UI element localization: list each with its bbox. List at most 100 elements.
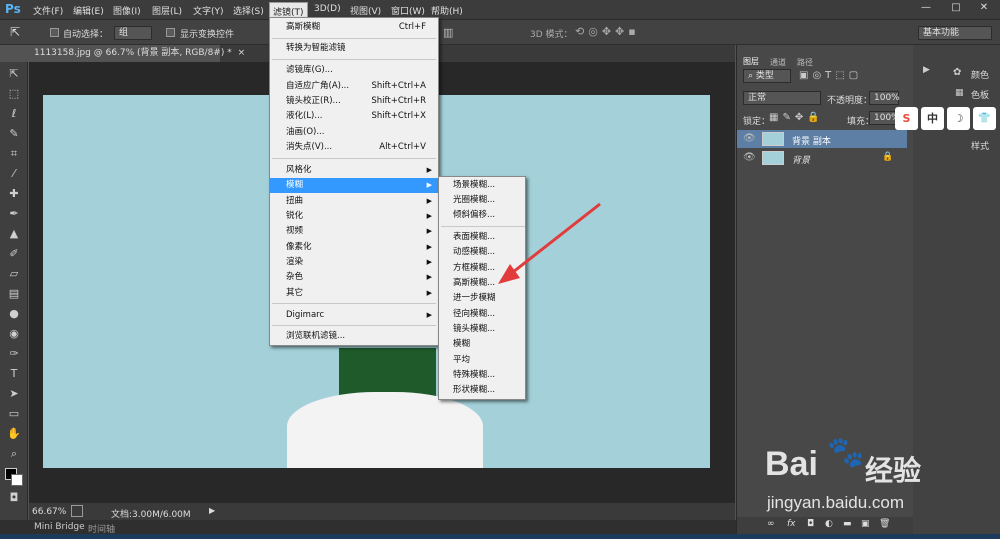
background-color-swatch[interactable] (11, 474, 23, 486)
move-tool-icon[interactable]: ⇱ (5, 66, 23, 82)
menu-item-adaptive-wide-angle[interactable]: 自适应广角(A)... Shift+Ctrl+A (270, 79, 438, 94)
menu-layer[interactable]: 图层(L) (152, 4, 182, 17)
layer-kind-filter[interactable]: ⌕ 类型 (743, 69, 791, 83)
layer-row-background-copy[interactable]: 👁 背景 副本 (737, 130, 907, 148)
hand-tool-icon[interactable]: ✋ (5, 426, 23, 442)
menu-item-browse-online[interactable]: 浏览联机滤镜... (270, 329, 438, 344)
submenu-item-blur[interactable]: 模糊 (439, 337, 525, 352)
menu-item-other[interactable]: 其它 ▶ (270, 286, 438, 301)
history-brush-tool-icon[interactable]: ✐ (5, 246, 23, 262)
sogou-icon[interactable]: S (895, 107, 918, 130)
palette-icon[interactable]: ✿ (953, 67, 961, 78)
menu-item-digimarc[interactable]: Digimarc ▶ (270, 308, 438, 323)
minimize-button[interactable]: — (912, 2, 940, 16)
menu-item-filter-gallery[interactable]: 滤镜库(G)... (270, 63, 438, 78)
item-label: 自适应广角(A)... (286, 81, 350, 91)
menu-item-blur[interactable]: 模糊 ▶ (270, 178, 438, 193)
quick-mask-icon[interactable]: ◘ (5, 490, 23, 506)
menu-item-render[interactable]: 渲染 ▶ (270, 255, 438, 270)
move-tool-icon[interactable]: ⇱ (10, 25, 20, 39)
color-panel-label[interactable]: 颜色 (971, 68, 989, 81)
workspace-dropdown[interactable]: 基本功能 (918, 26, 992, 40)
moon-icon[interactable]: ☽ (947, 107, 970, 130)
healing-tool-icon[interactable]: ✚ (5, 186, 23, 202)
menu-item-video[interactable]: 视频 ▶ (270, 224, 438, 239)
tab-layers[interactable]: 图层 (743, 56, 759, 67)
menu-file[interactable]: 文件(F) (33, 4, 63, 17)
layer-filter-icons[interactable]: ▣◎T⬚▢ (799, 70, 862, 81)
submenu-item-shape-blur[interactable]: 形状模糊... (439, 383, 525, 398)
type-tool-icon[interactable]: T (5, 366, 23, 382)
status-arrow-icon[interactable]: ▶ (209, 506, 215, 515)
menu-edit[interactable]: 编辑(E) (73, 4, 104, 17)
blend-mode-dropdown[interactable]: 正常 (743, 91, 821, 105)
menu-item-vanishing-point[interactable]: 消失点(V)... Alt+Ctrl+V (270, 140, 438, 155)
opacity-input[interactable]: 100% (869, 91, 900, 105)
submenu-item-average[interactable]: 平均 (439, 353, 525, 368)
lock-icons[interactable]: ▦✎✥🔒 (769, 112, 824, 123)
close-tab-icon[interactable]: × (238, 48, 246, 58)
menu-window[interactable]: 窗口(W) (391, 4, 425, 17)
close-button[interactable]: ✕ (970, 2, 998, 16)
pen-tool-icon[interactable]: ✑ (5, 346, 23, 362)
submenu-arrow-icon: ▶ (426, 243, 432, 251)
marquee-tool-icon[interactable]: ⬚ (5, 86, 23, 102)
menu-item-noise[interactable]: 杂色 ▶ (270, 270, 438, 285)
zoom-tool-icon[interactable]: ⌕ (5, 446, 23, 462)
submenu-item-smart-blur[interactable]: 特殊模糊... (439, 368, 525, 383)
eraser-tool-icon[interactable]: ▱ (5, 266, 23, 282)
eyedropper-tool-icon[interactable]: ⁄ (5, 166, 23, 182)
skin-icon[interactable]: 👕 (973, 107, 996, 130)
menu-select[interactable]: 选择(S) (233, 4, 264, 17)
gradient-tool-icon[interactable]: ▤ (5, 286, 23, 302)
annotation-arrow (498, 202, 601, 284)
styles-panel-label[interactable]: 样式 (971, 139, 989, 152)
menu-view[interactable]: 视图(V) (350, 4, 381, 17)
tab-paths[interactable]: 路径 (797, 57, 813, 68)
mini-bridge-tab[interactable]: Mini Bridge (34, 522, 85, 532)
tab-channels[interactable]: 通道 (770, 57, 786, 68)
show-transform-checkbox[interactable] (166, 28, 175, 37)
lasso-tool-icon[interactable]: ℓ (5, 106, 23, 122)
menu-item-oil-paint[interactable]: 油画(O)... (270, 125, 438, 140)
swatches-icon[interactable]: ▦ (955, 88, 964, 98)
document-tab[interactable]: 1113158.jpg @ 66.7% (背景 副本, RGB/8#) * × (30, 45, 245, 62)
menu-item-distort[interactable]: 扭曲 ▶ (270, 194, 438, 209)
menu-item-lens-correction[interactable]: 镜头校正(R)... Shift+Ctrl+R (270, 94, 438, 109)
auto-select-dropdown[interactable]: 组 (114, 26, 152, 40)
submenu-item-blur-more[interactable]: 进一步模糊 (439, 291, 525, 306)
menu-type[interactable]: 文字(Y) (193, 4, 224, 17)
dodge-tool-icon[interactable]: ◉ (5, 326, 23, 342)
path-select-tool-icon[interactable]: ➤ (5, 386, 23, 402)
menu-item-stylize[interactable]: 风格化 ▶ (270, 163, 438, 178)
menu-image[interactable]: 图像(I) (113, 4, 141, 17)
crop-tool-icon[interactable]: ⌗ (5, 146, 23, 162)
layer-row-background[interactable]: 👁 背景 🔒 (737, 149, 907, 167)
menu-item-sharpen[interactable]: 锐化 ▶ (270, 209, 438, 224)
stamp-tool-icon[interactable]: ▲ (5, 226, 23, 242)
menu-item-pixelate[interactable]: 像素化 ▶ (270, 240, 438, 255)
quick-select-tool-icon[interactable]: ✎ (5, 126, 23, 142)
menu-help[interactable]: 帮助(H) (431, 4, 463, 17)
brush-tool-icon[interactable]: ✒ (5, 206, 23, 222)
ime-chinese-mode[interactable]: 中 (921, 107, 944, 130)
status-share-icon[interactable] (71, 505, 83, 517)
menu-item-smart-filter[interactable]: 转换为智能滤镜 (270, 41, 438, 56)
menu-3d[interactable]: 3D(D) (314, 4, 341, 14)
maximize-button[interactable]: □ (942, 2, 970, 16)
eye-icon[interactable]: 👁 (743, 133, 756, 144)
shape-tool-icon[interactable]: ▭ (5, 406, 23, 422)
auto-select-checkbox[interactable] (50, 28, 59, 37)
3d-tools-icon[interactable]: ⟲◎✥✥▪ (575, 25, 640, 38)
menu-item-last-filter[interactable]: 高斯模糊 Ctrl+F (270, 20, 438, 35)
swatches-panel-label[interactable]: 色板 (971, 88, 989, 101)
play-icon[interactable]: ▶ (923, 65, 930, 75)
submenu-item-field-blur[interactable]: 场景模糊... (439, 178, 525, 193)
align-icon[interactable]: ▥ (443, 26, 453, 39)
submenu-item-lens-blur[interactable]: 镜头模糊... (439, 322, 525, 337)
menu-item-liquify[interactable]: 液化(L)... Shift+Ctrl+X (270, 109, 438, 124)
zoom-level[interactable]: 66.67% (32, 507, 66, 517)
eye-icon[interactable]: 👁 (743, 152, 756, 163)
blur-tool-icon[interactable]: ● (5, 306, 23, 322)
submenu-item-radial-blur[interactable]: 径向模糊... (439, 307, 525, 322)
